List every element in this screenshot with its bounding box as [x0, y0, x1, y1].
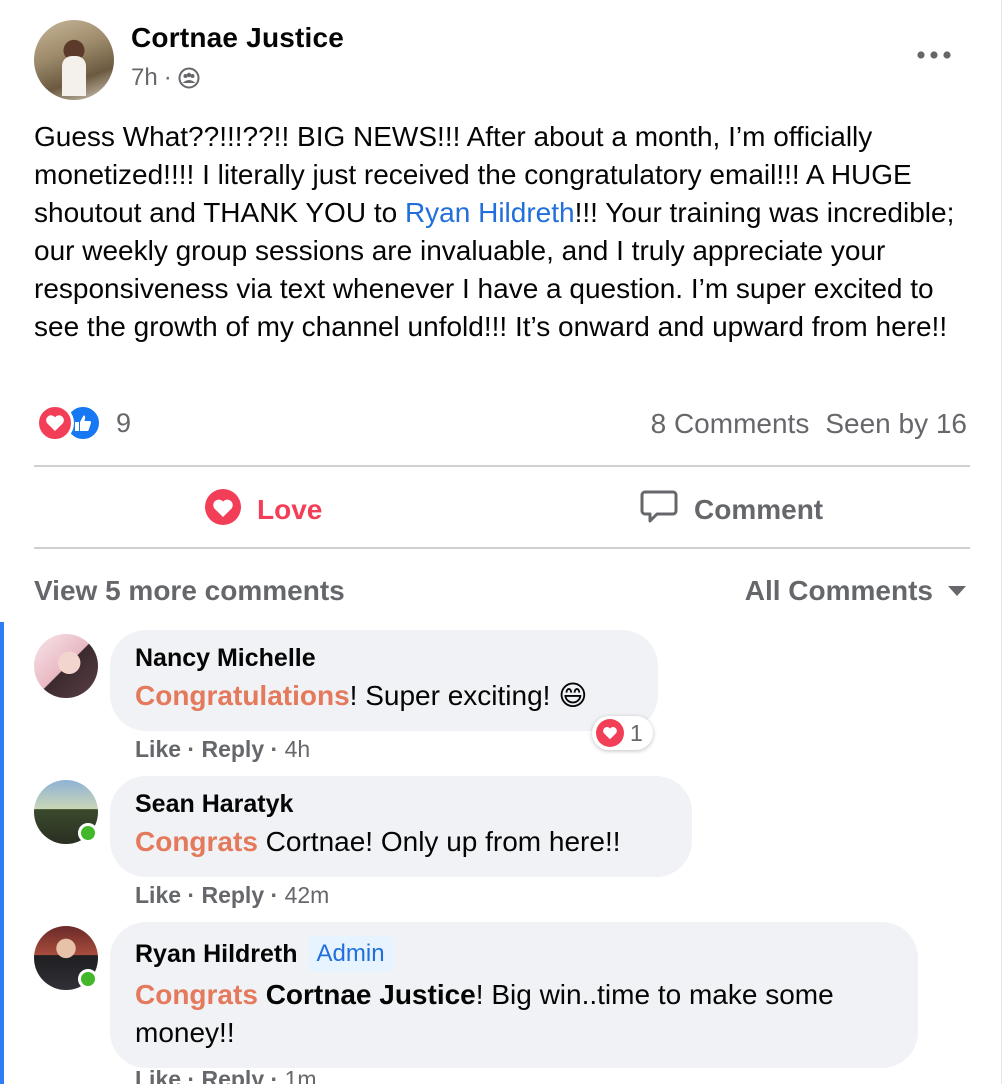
like-link[interactable]: Like [135, 1066, 181, 1084]
divider [34, 547, 970, 549]
sort-label: All Comments [744, 575, 933, 606]
comment-time[interactable]: 42m [285, 882, 330, 908]
post-card: Cortnae Justice 7h · Guess What??!!!??!!… [0, 0, 1002, 1084]
commenter-name: Ryan Hildreth Admin [135, 936, 894, 972]
comment-sort-dropdown[interactable]: All Comments [745, 575, 967, 607]
comment-time[interactable]: 4h [285, 736, 311, 762]
comment-label: Comment [694, 494, 824, 525]
comment-button[interactable]: Comment [640, 478, 823, 542]
reactions-summary[interactable]: 9 [36, 404, 131, 442]
highlight-word[interactable]: Congratulations [135, 680, 350, 711]
post-meta: 7h · [131, 64, 200, 92]
reply-link[interactable]: Reply [201, 882, 264, 908]
like-link[interactable]: Like [135, 882, 181, 908]
divider [34, 465, 970, 467]
love-reaction-icon [36, 404, 74, 442]
comment-actions: Like · Reply · 4h [135, 736, 311, 762]
love-label: Love [257, 494, 323, 525]
comment-text: Congratulations! Super exciting! 😄 [135, 677, 634, 715]
mention-link[interactable]: Cortnae Justice [266, 979, 476, 1010]
comment-actions: Like · Reply · 1m [135, 1066, 317, 1084]
online-status-dot [78, 969, 98, 989]
comments-count-link[interactable]: 8 Comments [651, 408, 810, 440]
commenter-name: Nancy Michelle [135, 644, 634, 673]
love-reaction-icon [596, 719, 624, 747]
comment-text: Congrats Cortnae! Only up from here!! [135, 823, 668, 861]
comment-text: Congrats Cortnae Justice! Big win..time … [135, 976, 894, 1052]
grinning-emoji: 😄 [558, 680, 588, 711]
commenter-name-link[interactable]: Sean Haratyk [135, 790, 293, 819]
highlight-word[interactable]: Congrats [135, 826, 258, 857]
more-options-icon [917, 51, 951, 59]
post-text: Guess What??!!!??!! BIG NEWS!!! After ab… [34, 118, 979, 346]
like-link[interactable]: Like [135, 736, 181, 762]
seen-by-link[interactable]: Seen by 16 [825, 408, 967, 440]
reply-link[interactable]: Reply [201, 736, 264, 762]
online-status-dot [78, 823, 98, 843]
love-button[interactable]: Love [205, 478, 322, 542]
highlight-word[interactable]: Congrats [135, 979, 258, 1010]
more-options-button[interactable] [912, 40, 956, 70]
commenter-avatar[interactable] [34, 634, 98, 698]
commenter-name-link[interactable]: Ryan Hildreth [135, 940, 298, 969]
comment-time[interactable]: 1m [285, 1066, 317, 1084]
comment-reaction-badge[interactable]: 1 [592, 716, 653, 750]
author-avatar[interactable] [34, 20, 114, 100]
comment-body: Cortnae! Only up from here!! [257, 826, 621, 857]
reply-link[interactable]: Reply [201, 1066, 264, 1084]
reaction-count: 9 [116, 407, 132, 438]
comment-thread-bar [0, 622, 4, 1084]
mention-link[interactable]: Ryan Hildreth [405, 197, 575, 228]
admin-badge: Admin [307, 936, 394, 972]
comment-actions: Like · Reply · 42m [135, 882, 330, 908]
post-stats: 8 Comments Seen by 16 [651, 408, 967, 440]
post-time[interactable]: 7h [131, 64, 158, 92]
comment-bubble: Sean Haratyk Congrats Cortnae! Only up f… [110, 776, 692, 877]
author-name[interactable]: Cortnae Justice [131, 22, 344, 54]
comment-icon [640, 489, 678, 532]
group-audience-icon [178, 67, 200, 89]
comment-body: ! Super exciting! [349, 680, 559, 711]
commenter-name: Sean Haratyk [135, 790, 668, 819]
commenter-name-link[interactable]: Nancy Michelle [135, 644, 316, 673]
comment-bubble: Ryan Hildreth Admin Congrats Cortnae Jus… [110, 922, 918, 1068]
comment-bubble: Nancy Michelle Congratulations! Super ex… [110, 630, 658, 731]
meta-separator: · [163, 64, 172, 91]
love-icon [205, 488, 241, 532]
view-more-comments-link[interactable]: View 5 more comments [34, 575, 345, 607]
comment-reaction-count: 1 [630, 719, 643, 746]
caret-down-icon [948, 586, 966, 596]
